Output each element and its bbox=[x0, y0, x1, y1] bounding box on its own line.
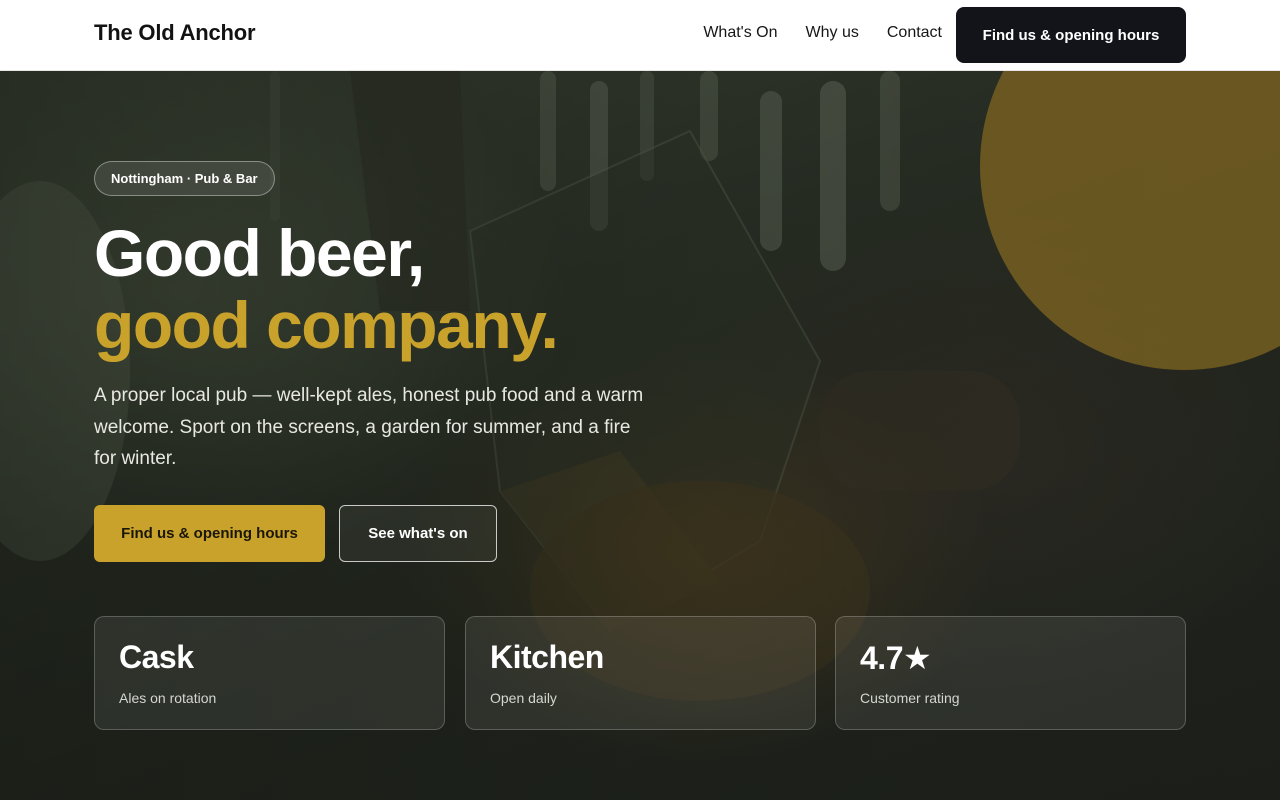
nav-link-whats-on[interactable]: What's On bbox=[703, 24, 777, 42]
location-pill: Nottingham · Pub & Bar bbox=[94, 161, 275, 196]
hero-lead-text: A proper local pub — well-kept ales, hon… bbox=[94, 385, 644, 469]
headline-line-2: good company. bbox=[94, 288, 559, 362]
hero-section: Nottingham · Pub & Bar Good beer, good c… bbox=[0, 71, 1280, 800]
see-whats-on-button[interactable]: See what's on bbox=[339, 505, 497, 562]
stat-card-rating: 4.7★ Customer rating bbox=[835, 616, 1186, 730]
stat-card-cask: Cask Ales on rotation bbox=[94, 616, 445, 730]
stat-value: 4.7★ bbox=[860, 640, 932, 676]
nav-link-why-us[interactable]: Why us bbox=[806, 24, 859, 42]
stat-value: Kitchen bbox=[490, 639, 604, 675]
brand-logo-text[interactable]: The Old Anchor bbox=[94, 20, 256, 46]
nav-find-us-button[interactable]: Find us & opening hours bbox=[956, 7, 1186, 63]
stat-label: Ales on rotation bbox=[119, 690, 217, 706]
find-us-button[interactable]: Find us & opening hours bbox=[94, 505, 325, 562]
stat-card-kitchen: Kitchen Open daily bbox=[465, 616, 816, 730]
headline-line-1: Good beer, bbox=[94, 216, 425, 290]
stat-value: Cask bbox=[119, 639, 194, 675]
stat-label: Customer rating bbox=[860, 690, 960, 706]
nav-link-contact[interactable]: Contact bbox=[887, 24, 942, 42]
nav-links: What's On Why us Contact bbox=[703, 24, 942, 42]
top-nav: The Old Anchor What's On Why us Contact … bbox=[0, 0, 1280, 71]
stat-label: Open daily bbox=[490, 690, 557, 706]
